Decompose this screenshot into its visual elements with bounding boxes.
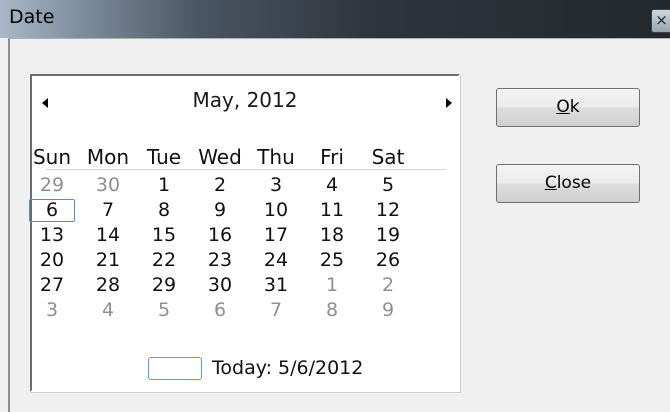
day-cell-other-month[interactable]: 4 (80, 299, 136, 321)
day-cell[interactable]: 26 (360, 249, 416, 271)
window-title: Date (9, 6, 55, 28)
ok-rest: k (569, 97, 580, 117)
day-cell[interactable]: 30 (192, 274, 248, 296)
close-icon[interactable]: × (651, 9, 670, 33)
weekday-thu: Thu (257, 145, 295, 169)
month-year-title[interactable]: May, 2012 (32, 88, 458, 112)
window-frame-top (8, 38, 670, 39)
weekday-fri: Fri (320, 145, 344, 169)
day-cell[interactable]: 1 (136, 174, 192, 196)
day-cell[interactable]: 8 (136, 199, 192, 221)
weekday-mon: Mon (86, 145, 130, 169)
day-cell[interactable]: 28 (80, 274, 136, 296)
weekday-tue: Tue (146, 145, 182, 169)
today-indicator[interactable] (148, 357, 202, 380)
today-link[interactable]: Today: 5/6/2012 (212, 357, 363, 380)
day-cell[interactable]: 6 (29, 199, 75, 222)
day-cell-other-month[interactable]: 5 (136, 299, 192, 321)
day-cell[interactable]: 13 (24, 224, 80, 246)
day-cell[interactable]: 27 (24, 274, 80, 296)
title-bar[interactable]: Date × (0, 0, 670, 38)
day-cell[interactable]: 11 (304, 199, 360, 221)
day-cell-other-month[interactable]: 2 (360, 274, 416, 296)
day-cell[interactable]: 23 (192, 249, 248, 271)
window-frame-left (8, 38, 10, 412)
day-cell[interactable]: 21 (80, 249, 136, 271)
ok-button[interactable]: Ok (496, 88, 640, 127)
month-calendar[interactable]: May, 2012 Sun Mon Tue Wed Thu Fri Sat 29… (29, 74, 460, 392)
close-button[interactable]: Close (496, 164, 640, 203)
day-cell[interactable]: 15 (136, 224, 192, 246)
day-cell-other-month[interactable]: 1 (304, 274, 360, 296)
day-cell[interactable]: 9 (192, 199, 248, 221)
day-cell[interactable]: 7 (80, 199, 136, 221)
day-cell[interactable]: 12 (360, 199, 416, 221)
day-cell[interactable]: 22 (136, 249, 192, 271)
close-rest: lose (556, 173, 592, 193)
day-cell[interactable]: 2 (192, 174, 248, 196)
day-cell[interactable]: 16 (192, 224, 248, 246)
day-cell[interactable]: 17 (248, 224, 304, 246)
day-cell[interactable]: 24 (248, 249, 304, 271)
day-cell[interactable]: 20 (24, 249, 80, 271)
day-cell-other-month[interactable]: 8 (304, 299, 360, 321)
day-cell[interactable]: 14 (80, 224, 136, 246)
close-accel: C (544, 173, 557, 193)
day-cell-other-month[interactable]: 30 (80, 174, 136, 196)
weekday-sun: Sun (32, 145, 72, 169)
day-cell-other-month[interactable]: 9 (360, 299, 416, 321)
day-cell[interactable]: 5 (360, 174, 416, 196)
next-month-arrow-icon[interactable] (446, 98, 452, 108)
day-cell[interactable]: 18 (304, 224, 360, 246)
weekday-sat: Sat (371, 145, 405, 169)
day-cell[interactable]: 19 (360, 224, 416, 246)
day-cell[interactable]: 3 (248, 174, 304, 196)
day-cell[interactable]: 4 (304, 174, 360, 196)
day-cell-other-month[interactable]: 3 (24, 299, 80, 321)
day-cell-other-month[interactable]: 29 (24, 174, 80, 196)
ok-accel: O (556, 97, 570, 117)
day-cell-other-month[interactable]: 7 (248, 299, 304, 321)
weekday-wed: Wed (198, 145, 242, 169)
day-cell[interactable]: 29 (136, 274, 192, 296)
day-cell-other-month[interactable]: 6 (192, 299, 248, 321)
day-cell[interactable]: 25 (304, 249, 360, 271)
day-cell[interactable]: 31 (248, 274, 304, 296)
weekday-divider (46, 169, 446, 170)
day-cell[interactable]: 10 (248, 199, 304, 221)
